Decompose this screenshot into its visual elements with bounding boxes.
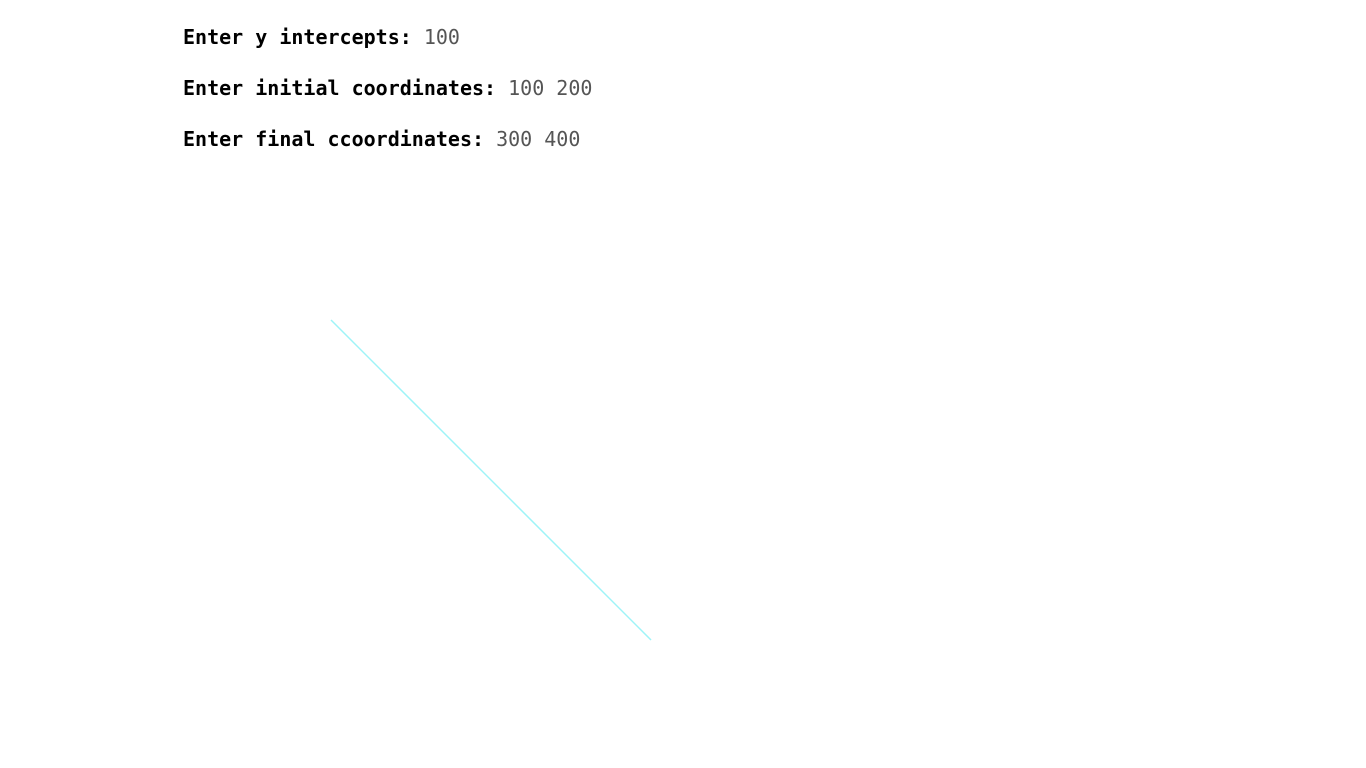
drawing-canvas (330, 319, 652, 641)
graphics-window: Enter y intercepts: 100 Enter initial co… (0, 0, 1366, 768)
drawn-line (330, 319, 652, 641)
